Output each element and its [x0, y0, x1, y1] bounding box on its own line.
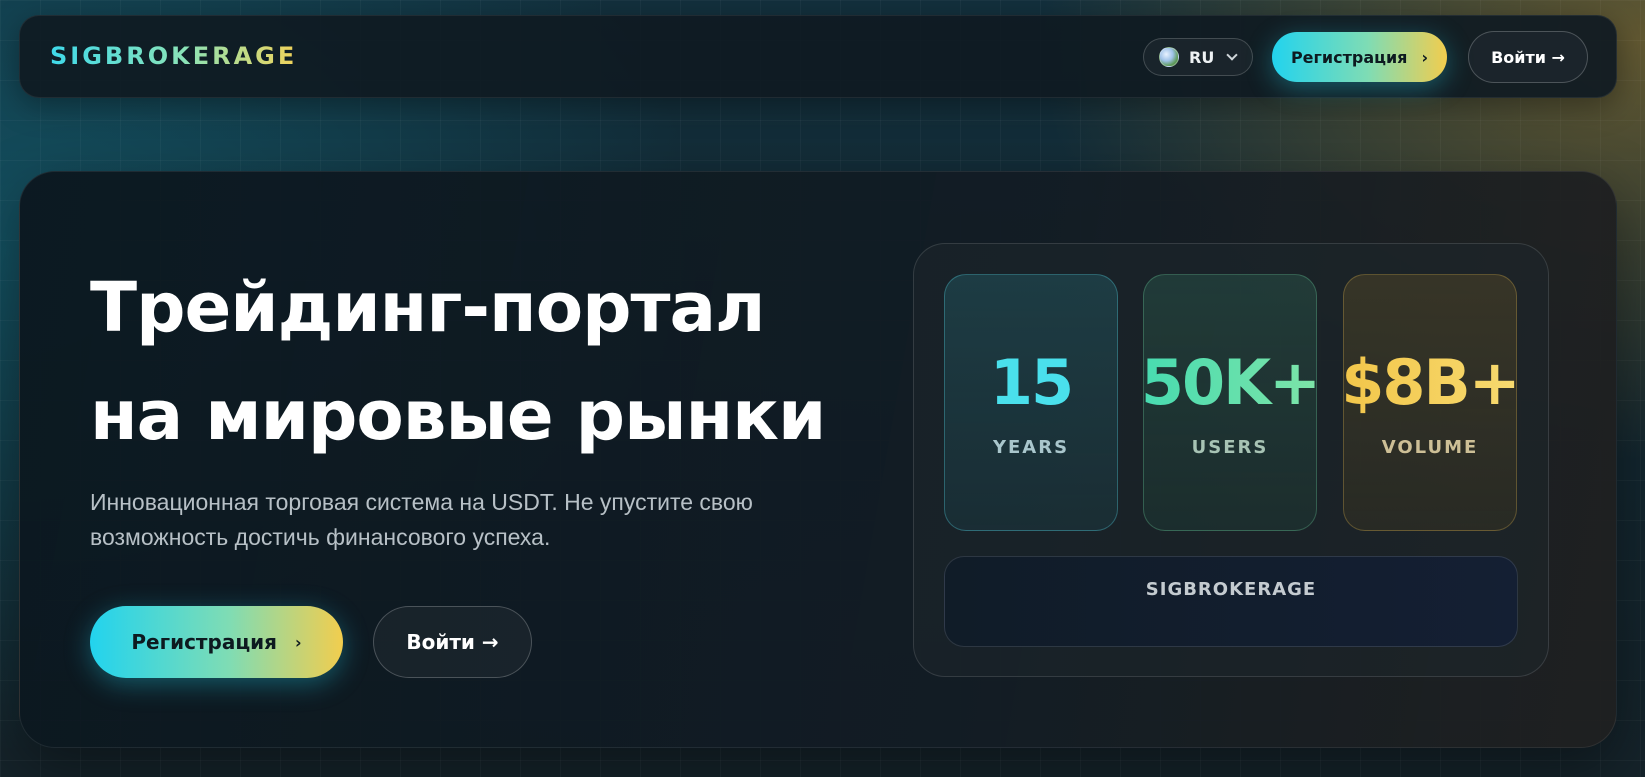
hero-subtitle: Инновационная торговая система на USDT. … [90, 489, 753, 550]
nav-login-button[interactable]: Войти → [1468, 31, 1588, 83]
nav-register-button[interactable]: Регистрация › [1272, 32, 1447, 82]
language-selector[interactable]: RU [1143, 38, 1253, 76]
logo[interactable]: SIGBROKERAGE [50, 42, 297, 70]
stat-value: 50K+ [1140, 346, 1321, 419]
stat-label: USERS [1191, 437, 1269, 458]
nav-register-label: Регистрация [1290, 47, 1408, 67]
brand-box: SIGBROKERAGE [944, 556, 1518, 647]
stat-label: VOLUME [1381, 437, 1479, 458]
stats-panel: 15 YEARS 50K+ USERS $8B+ VOLUME SIGBROKE… [913, 243, 1549, 677]
chevron-right-icon: › [1421, 47, 1429, 67]
globe-icon [1159, 47, 1179, 67]
stat-card-users: 50K+ USERS [1140, 274, 1321, 531]
stat-card-years: 15 YEARS [944, 274, 1118, 531]
hero-login-label: Войти → [406, 630, 499, 654]
hero-title-line-2: на мировые рынки [90, 376, 826, 456]
chevron-right-icon: › [295, 632, 302, 652]
nav-login-label: Войти → [1491, 47, 1565, 67]
hero-login-button[interactable]: Войти → [373, 606, 532, 678]
hero-register-label: Регистрация [131, 630, 278, 654]
chevron-down-icon [1226, 49, 1238, 61]
stat-value: 15 [989, 346, 1074, 419]
stat-card-volume: $8B+ VOLUME [1341, 274, 1521, 531]
brand-box-text: SIGBROKERAGE [1145, 579, 1317, 600]
stat-label: YEARS [992, 437, 1070, 458]
language-code: RU [1189, 47, 1215, 67]
top-navbar: SIGBROKERAGE RU Регистрация › Войти → [19, 15, 1617, 98]
hero-card: Трейдинг-портал на мировые рынки Инновац… [19, 171, 1617, 748]
hero-title-line-1: Трейдинг-портал [90, 268, 766, 348]
hero-title: Трейдинг-портал на мировые рынки [90, 254, 850, 470]
stat-value: $8B+ [1341, 346, 1520, 419]
hero-register-button[interactable]: Регистрация › [90, 606, 343, 678]
